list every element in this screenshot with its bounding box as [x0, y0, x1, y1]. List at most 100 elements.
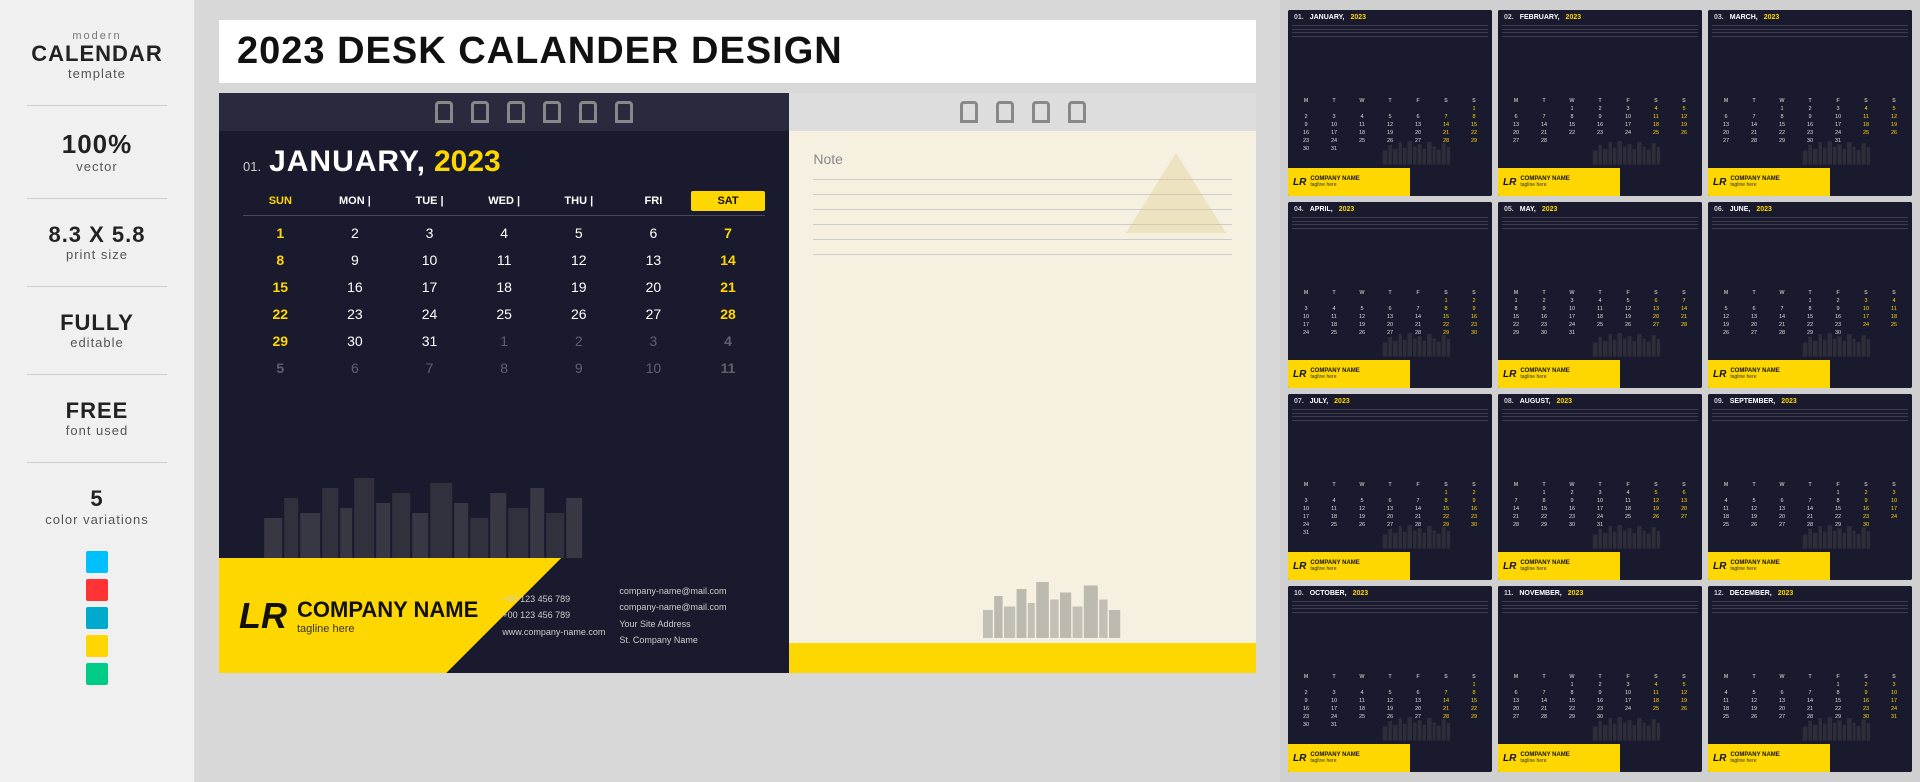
mini-day: 26 — [1740, 521, 1768, 529]
mini-logo: LR — [1503, 369, 1516, 380]
mini-dayname: S — [1642, 98, 1670, 104]
mini-day: 18 — [1852, 121, 1880, 129]
mini-day: 21 — [1530, 129, 1558, 137]
mini-day: 6 — [1404, 689, 1432, 697]
website: www.company-name.com — [502, 624, 605, 640]
mini-day: 25 — [1712, 521, 1740, 529]
cal-day: 6 — [616, 220, 691, 246]
mini-tagline: tagline here — [1520, 374, 1569, 380]
mini-day: 5 — [1740, 689, 1768, 697]
mini-days-header: MTWTFSS — [1292, 674, 1488, 680]
mini-day: 11 — [1614, 497, 1642, 505]
mini-dayname: M — [1712, 290, 1740, 296]
mini-logo: LR — [1293, 561, 1306, 572]
mini-day: 4 — [1586, 297, 1614, 305]
mini-day: 14 — [1768, 313, 1796, 321]
day-sat: SAT — [691, 191, 766, 211]
mini-day: 14 — [1530, 121, 1558, 129]
mini-cal-01: 01. JANUARY, 2023MTWTFSS1234567891011121… — [1288, 10, 1492, 196]
mini-dayname: W — [1768, 674, 1796, 680]
mini-note-line — [1712, 413, 1908, 414]
mini-day: 10 — [1880, 689, 1908, 697]
mini-day: 25 — [1320, 329, 1348, 337]
mini-note-02 — [1498, 23, 1702, 96]
cal-day: 5 — [541, 220, 616, 246]
mini-year-03: 2023 — [1764, 14, 1780, 21]
mini-day: 14 — [1404, 313, 1432, 321]
mini-note-line — [1502, 608, 1698, 609]
mini-dayname: W — [1558, 482, 1586, 488]
mini-note-line — [1712, 409, 1908, 410]
sidebar-colors-label: color variations — [45, 512, 148, 527]
page-title: 2023 DESK CALANDER DESIGN — [237, 30, 1238, 73]
mini-skyline-09 — [1800, 517, 1912, 552]
mini-dayname: S — [1670, 290, 1698, 296]
mini-dayname: T — [1586, 674, 1614, 680]
mini-day: 27 — [1768, 521, 1796, 529]
mini-day: 31 — [1558, 329, 1586, 337]
cal-day: 20 — [616, 274, 691, 300]
cal-day: 7 — [691, 220, 766, 246]
mini-day: 8 — [1432, 497, 1460, 505]
mini-day: 5 — [1670, 105, 1698, 113]
mini-days-header: MTWTFSS — [1712, 674, 1908, 680]
mini-dayname: T — [1586, 290, 1614, 296]
cal-day: 30 — [318, 328, 393, 354]
mini-day: 13 — [1712, 121, 1740, 129]
mini-day: 29 — [1768, 137, 1796, 145]
mini-num-09: 09. — [1714, 398, 1724, 405]
mini-cal-header-11: 11. NOVEMBER, 2023 — [1498, 586, 1702, 599]
mini-dayname: W — [1558, 674, 1586, 680]
mini-day: 17 — [1292, 513, 1320, 521]
mini-dayname: M — [1292, 482, 1320, 488]
mini-day: 18 — [1348, 705, 1376, 713]
mini-day: 19 — [1712, 321, 1740, 329]
mini-day: 19 — [1642, 505, 1670, 513]
mini-day — [1320, 681, 1348, 689]
mini-year-09: 2023 — [1781, 398, 1797, 405]
mini-day: 18 — [1614, 505, 1642, 513]
calendar-month-header: 01. JANUARY, 2023 — [219, 131, 789, 185]
mini-day: 20 — [1712, 129, 1740, 137]
mini-day: 3 — [1586, 489, 1614, 497]
mini-day: 5 — [1376, 689, 1404, 697]
mini-day: 28 — [1740, 137, 1768, 145]
sidebar: modern CALENDAR template 100% vector 8.3… — [0, 0, 195, 782]
calendar-header: SUN MON | TUE | WED | THU | FRI SAT — [243, 191, 765, 211]
mini-day: 10 — [1292, 313, 1320, 321]
mini-footer-dark — [1410, 360, 1492, 388]
mini-footer-dark — [1620, 744, 1702, 772]
spiral-binding — [219, 93, 789, 131]
mini-note-line — [1292, 217, 1488, 218]
mini-day: 27 — [1502, 713, 1530, 721]
mini-day: 3 — [1880, 489, 1908, 497]
mini-dayname: T — [1530, 674, 1558, 680]
cal-day: 24 — [392, 301, 467, 327]
right-city-skyline — [976, 563, 1256, 643]
mini-note-line — [1502, 221, 1698, 222]
mini-day: 22 — [1768, 129, 1796, 137]
mini-day: 27 — [1740, 329, 1768, 337]
mini-day: 28 — [1530, 713, 1558, 721]
mini-day: 12 — [1740, 697, 1768, 705]
mini-dayname: T — [1586, 98, 1614, 104]
mini-cal-header-10: 10. OCTOBER, 2023 — [1288, 586, 1492, 599]
mini-footer-12: LR COMPANY NAME tagline here — [1708, 744, 1912, 772]
mini-day: 2 — [1460, 297, 1488, 305]
phone2: +00 123 456 789 — [502, 607, 605, 623]
mini-month-05: MAY, — [1520, 206, 1536, 213]
mini-tagline: tagline here — [1520, 182, 1569, 188]
mini-days-header: MTWTFSS — [1292, 482, 1488, 488]
mini-day: 23 — [1558, 513, 1586, 521]
mini-day: 14 — [1796, 697, 1824, 705]
mini-dayname: S — [1432, 290, 1460, 296]
mini-day — [1740, 105, 1768, 113]
mini-day — [1348, 681, 1376, 689]
mini-company-info: COMPANY NAME tagline here — [1730, 176, 1779, 188]
mini-dayname: W — [1558, 290, 1586, 296]
mini-day: 15 — [1558, 121, 1586, 129]
mini-day: 7 — [1404, 305, 1432, 313]
mini-cal-02: 02. FEBRUARY, 2023MTWTFSS123456789101112… — [1498, 10, 1702, 196]
mini-day: 2 — [1530, 297, 1558, 305]
mini-day: 20 — [1768, 705, 1796, 713]
